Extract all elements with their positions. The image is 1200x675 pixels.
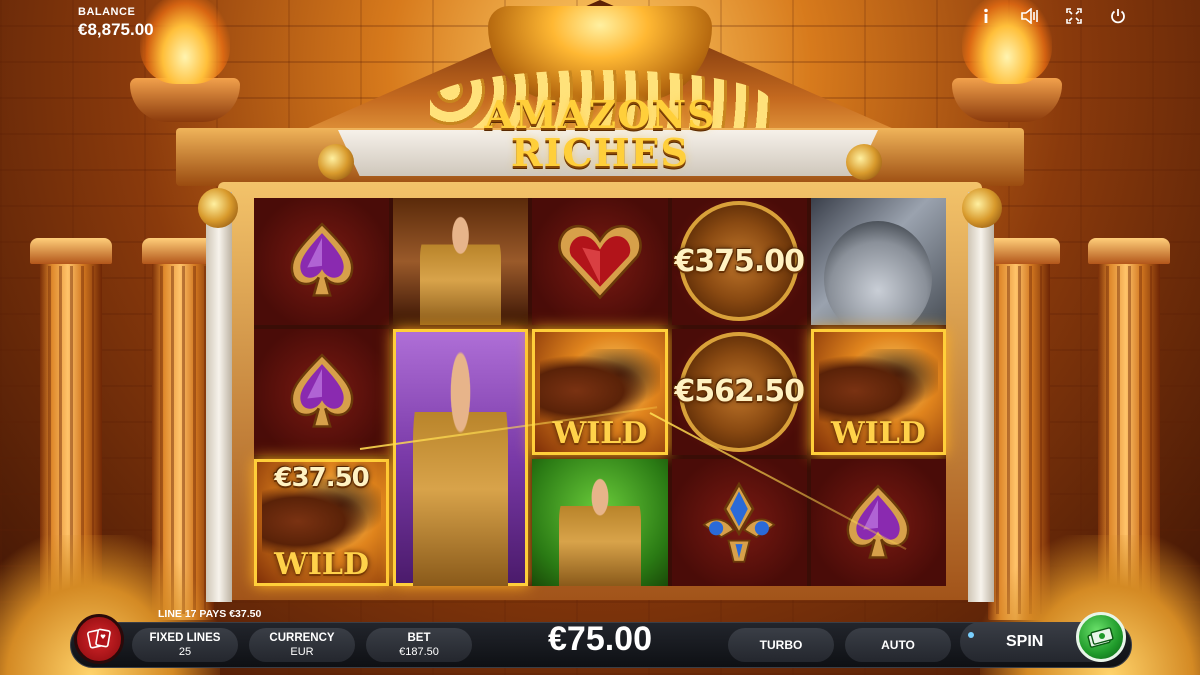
fullscreen-icon[interactable]	[1064, 6, 1084, 26]
symbol-coin-shield: €375.00	[671, 198, 807, 325]
reel-1: €37.50 WILD	[254, 198, 390, 586]
symbol-wild-horse: WILD	[532, 328, 668, 456]
coin-value: €375.00	[674, 243, 805, 279]
game-logo: AMAZONS RICHES	[440, 96, 760, 180]
balance-display: BALANCE €8,875.00	[78, 6, 154, 40]
brazier-right	[952, 78, 1062, 122]
logo-line-1: AMAZONS	[484, 92, 716, 137]
spade-gem-icon	[846, 484, 910, 559]
coin-value: €562.50	[674, 374, 805, 410]
symbol-archer	[532, 459, 668, 586]
brazier-left	[130, 78, 240, 122]
spin-button[interactable]	[1076, 612, 1126, 662]
reel-4: €375.00 €562.50	[671, 198, 807, 586]
symbol-blue-fleur	[671, 459, 807, 586]
game-stage: AMAZONS RICHES €37.50 WILD WILD €375.00 …	[0, 0, 1200, 675]
symbol-silver-shield	[810, 198, 946, 325]
power-icon[interactable]	[1108, 6, 1128, 26]
heart-gem-icon	[558, 225, 642, 300]
bet-value: €187.50	[399, 646, 439, 658]
symbol-amazon-queen	[393, 328, 529, 586]
top-toolbar	[976, 6, 1128, 26]
wild-label: WILD	[274, 546, 370, 582]
auto-button[interactable]: AUTO	[845, 628, 951, 662]
win-amount: €75.00	[548, 620, 652, 658]
spade-gem-icon	[290, 222, 354, 297]
ornament-knob	[198, 188, 238, 228]
amazon-queen-icon	[413, 344, 509, 586]
auto-label: AUTO	[881, 638, 915, 652]
marble-pillar-right	[968, 192, 994, 602]
symbol-red-heart	[532, 198, 668, 325]
symbol-wild-horse: WILD	[810, 328, 946, 456]
reel-5: WILD	[810, 198, 946, 586]
balance-label: BALANCE	[78, 6, 136, 18]
ornament-knob	[962, 188, 1002, 228]
turbo-label: TURBO	[759, 638, 803, 652]
reel-grid: €37.50 WILD WILD €375.00 €562.50 WILD	[254, 198, 946, 586]
bet-selector[interactable]: BET €187.50	[366, 628, 472, 662]
wild-label: WILD	[830, 416, 926, 452]
wild-value: €37.50	[274, 463, 369, 494]
currency-value: EUR	[290, 646, 314, 658]
fixed-lines-label: FIXED LINES	[149, 632, 221, 644]
ornament-knob	[846, 144, 882, 180]
money-icon	[1087, 627, 1114, 648]
symbol-wild-horse: €37.50 WILD	[254, 459, 390, 586]
symbol-warrior	[393, 198, 529, 325]
shield-coin-icon: €375.00	[674, 201, 805, 322]
symbol-purple-spade	[254, 198, 390, 325]
ornament-knob	[318, 144, 354, 180]
archer-icon	[559, 474, 641, 586]
spin-label: SPIN	[1006, 633, 1044, 650]
turbo-button[interactable]: TURBO	[728, 628, 834, 662]
reel-3: WILD	[532, 198, 668, 586]
fixed-lines-display: FIXED LINES 25	[132, 628, 238, 662]
info-icon[interactable]	[976, 6, 996, 26]
currency-display[interactable]: CURRENCY EUR	[249, 628, 355, 662]
fixed-lines-value: 25	[178, 646, 192, 658]
spade-gem-icon	[290, 353, 354, 428]
warrior-icon	[420, 213, 502, 325]
reel-2	[393, 198, 529, 586]
symbol-purple-spade	[254, 328, 390, 456]
balance-value: €8,875.00	[78, 20, 154, 39]
line-pays-text: LINE 17 PAYS €37.50	[158, 608, 262, 620]
logo-line-2: RICHES	[511, 130, 689, 175]
marble-pillar-left	[206, 192, 232, 602]
status-dot	[968, 632, 974, 638]
sound-icon[interactable]	[1020, 6, 1040, 26]
horse-icon	[818, 348, 938, 426]
symbol-purple-spade	[810, 459, 946, 586]
currency-label: CURRENCY	[269, 632, 335, 644]
silver-shield-icon	[824, 220, 933, 325]
menu-button[interactable]	[74, 614, 124, 664]
bet-label: BET	[407, 632, 431, 644]
cards-icon	[87, 628, 111, 649]
shield-coin-icon: €562.50	[674, 331, 805, 452]
fleur-gem-icon	[702, 481, 776, 563]
